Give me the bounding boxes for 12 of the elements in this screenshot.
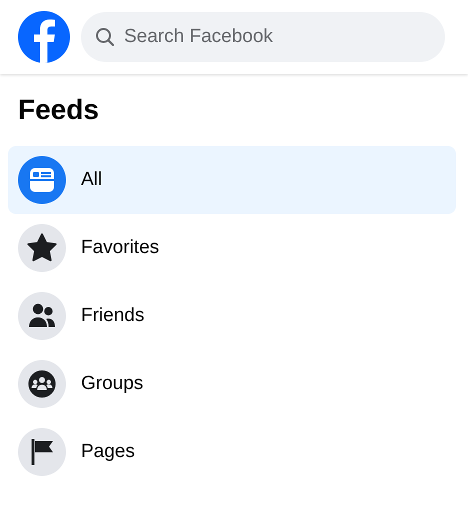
section-title: Feeds bbox=[17, 94, 100, 126]
feed-icon bbox=[18, 156, 66, 204]
feed-item[interactable]: All bbox=[8, 146, 456, 214]
feed-item[interactable]: Favorites bbox=[8, 214, 456, 282]
feed-item[interactable]: Friends bbox=[8, 282, 456, 350]
feed-item[interactable]: Pages bbox=[8, 418, 456, 486]
search-field[interactable]: Search Facebook bbox=[81, 12, 445, 62]
people-icon bbox=[18, 292, 66, 340]
group-icon bbox=[18, 360, 66, 408]
flag-icon bbox=[18, 428, 66, 476]
logo-icon[interactable] bbox=[18, 11, 70, 63]
feed-item[interactable]: Groups bbox=[8, 350, 456, 418]
